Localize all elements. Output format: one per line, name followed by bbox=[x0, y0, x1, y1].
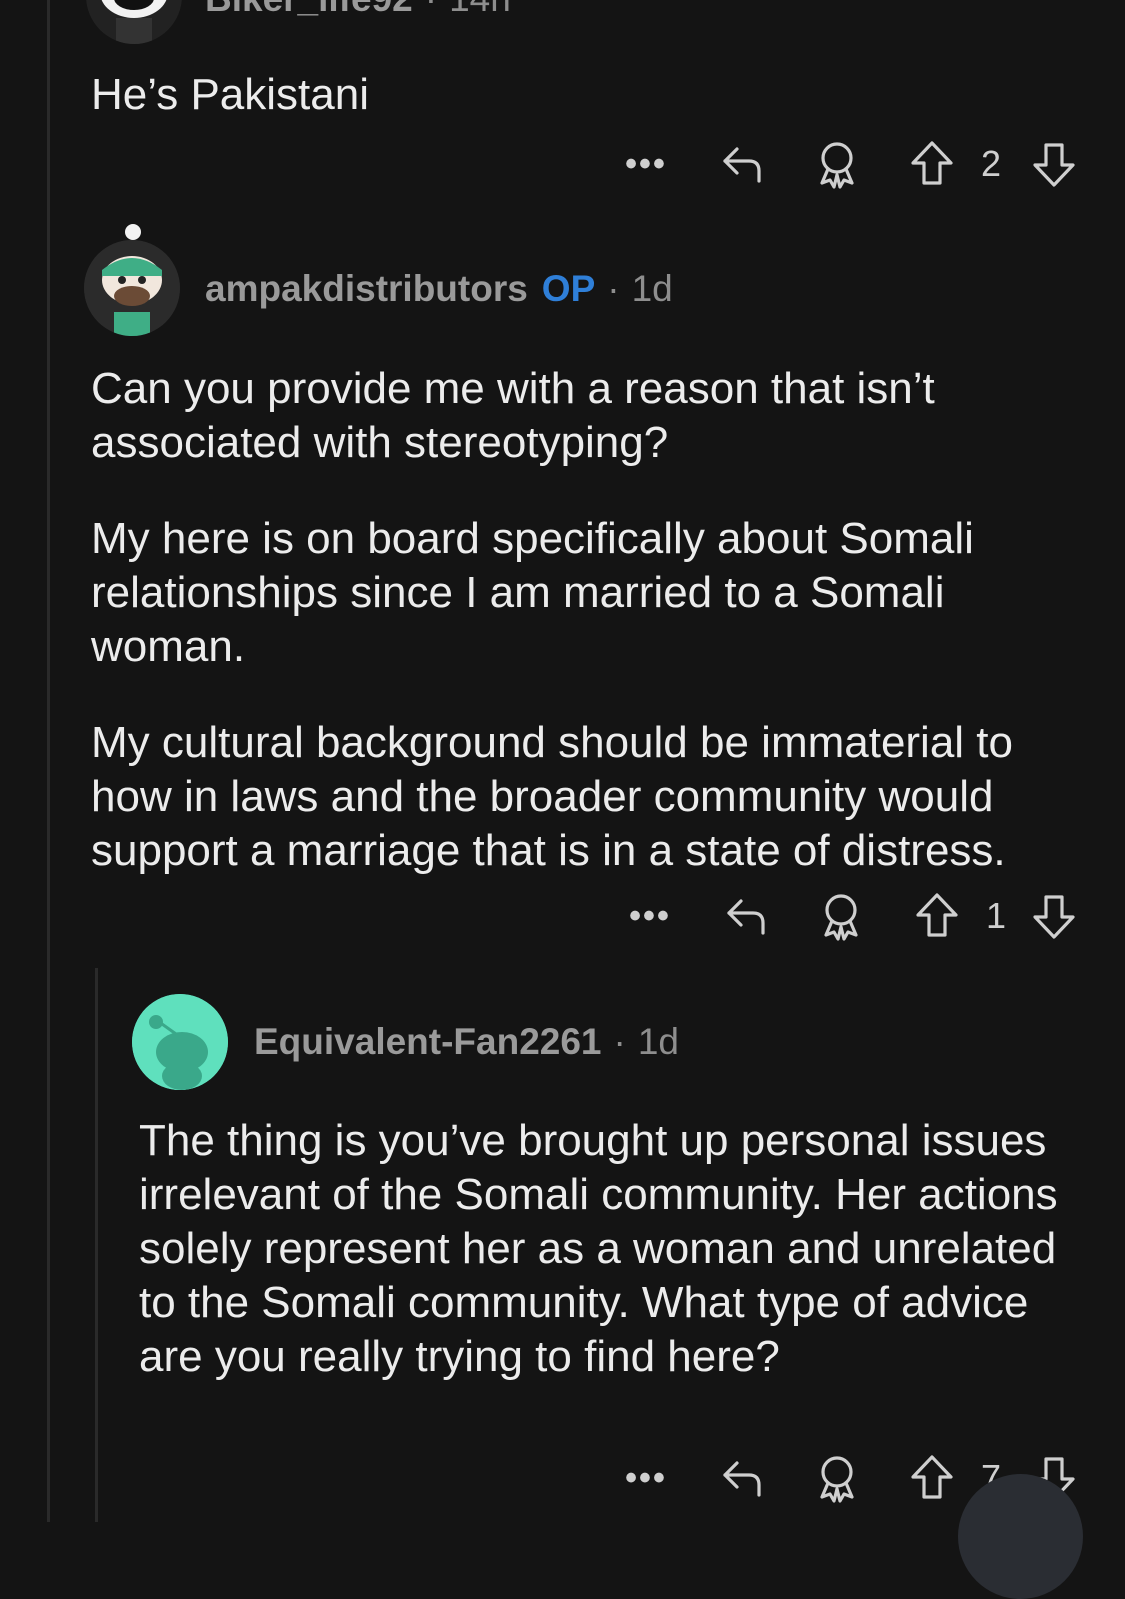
meta-separator: · bbox=[613, 1021, 626, 1062]
snoo-avatar-icon bbox=[84, 240, 180, 336]
award-button[interactable] bbox=[811, 134, 863, 194]
upvote-arrow-icon bbox=[911, 141, 953, 185]
upvote-arrow-icon bbox=[911, 1455, 953, 1499]
comment-paragraph: My here is on board specifically about S… bbox=[91, 514, 974, 671]
default-snoo-avatar-icon bbox=[132, 994, 228, 1090]
comment-paragraph: My cultural background should be immater… bbox=[91, 718, 1014, 875]
snoo-avatar-icon bbox=[86, 0, 182, 44]
floating-action-button[interactable] bbox=[958, 1474, 1083, 1599]
vote-count: 1 bbox=[986, 895, 1007, 936]
award-icon bbox=[824, 894, 858, 941]
award-icon bbox=[820, 1456, 854, 1503]
meta-separator: · bbox=[607, 268, 620, 309]
more-options-button[interactable]: ••• bbox=[624, 886, 676, 946]
avatar-antenna-dot bbox=[125, 224, 141, 240]
vote-count: 2 bbox=[981, 143, 1002, 184]
more-options-icon: ••• bbox=[625, 1458, 667, 1497]
more-options-button[interactable]: ••• bbox=[620, 134, 672, 194]
reply-button[interactable] bbox=[716, 134, 768, 194]
downvote-button[interactable] bbox=[1028, 886, 1080, 946]
comment-time: 1d bbox=[637, 1021, 679, 1062]
award-button[interactable] bbox=[811, 1448, 863, 1508]
comment-time: 1d bbox=[631, 268, 673, 309]
comment-meta: Biker_life92 · 14h bbox=[205, 0, 511, 20]
comment-actions: ••• 1 bbox=[0, 886, 1125, 946]
upvote-button[interactable] bbox=[906, 134, 958, 194]
comment-body: The thing is you’ve brought up personal … bbox=[139, 1114, 1089, 1426]
downvote-arrow-icon bbox=[1033, 143, 1075, 187]
downvote-arrow-icon bbox=[1033, 895, 1075, 939]
comment-meta: ampakdistributors OP · 1d bbox=[205, 268, 673, 310]
reply-icon bbox=[723, 1461, 761, 1497]
comment-actions: ••• 7 bbox=[0, 1448, 1125, 1508]
avatar-equivalent-fan[interactable] bbox=[132, 994, 228, 1090]
more-options-icon: ••• bbox=[625, 144, 667, 183]
thread-line-root bbox=[47, 0, 50, 1522]
comment-paragraph: The thing is you’ve brought up personal … bbox=[139, 1116, 1058, 1381]
op-badge: OP bbox=[541, 268, 596, 309]
award-button[interactable] bbox=[815, 886, 867, 946]
comment-meta: Equivalent-Fan2261 · 1d bbox=[254, 1021, 679, 1063]
comment-paragraph: Can you provide me with a reason that is… bbox=[91, 364, 935, 467]
upvote-arrow-icon bbox=[916, 893, 958, 937]
comment-actions: ••• 2 bbox=[0, 134, 1125, 194]
comment-body: Can you provide me with a reason that is… bbox=[91, 362, 1081, 920]
upvote-button[interactable] bbox=[911, 886, 963, 946]
reply-button[interactable] bbox=[720, 886, 772, 946]
downvote-button[interactable] bbox=[1028, 134, 1080, 194]
username[interactable]: Biker_life92 bbox=[205, 0, 413, 19]
award-icon bbox=[820, 142, 854, 189]
reply-icon bbox=[723, 147, 761, 183]
reply-icon bbox=[727, 899, 765, 935]
thread-line-nested bbox=[95, 968, 98, 1522]
comment-paragraph: He’s Pakistani bbox=[91, 70, 369, 119]
more-options-icon: ••• bbox=[629, 896, 671, 935]
username[interactable]: Equivalent-Fan2261 bbox=[254, 1021, 602, 1062]
meta-separator: · bbox=[425, 0, 437, 19]
username[interactable]: ampakdistributors bbox=[205, 268, 528, 309]
reply-button[interactable] bbox=[716, 1448, 768, 1508]
upvote-button[interactable] bbox=[906, 1448, 958, 1508]
more-options-button[interactable]: ••• bbox=[620, 1448, 672, 1508]
avatar-ampakdistributors[interactable] bbox=[84, 240, 180, 336]
comment-time: 14h bbox=[449, 0, 511, 19]
avatar-biker[interactable] bbox=[86, 0, 182, 44]
